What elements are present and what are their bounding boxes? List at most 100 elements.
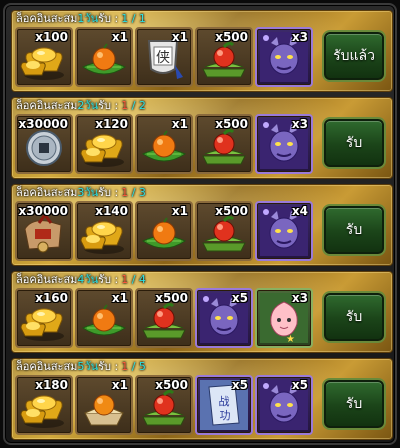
- row-day-label: 4วัน: [77, 273, 99, 286]
- row-title: ล็อคอินสะสม5วันรับ :1 / 5: [16, 360, 146, 374]
- claimed-button[interactable]: รับแล้ว: [324, 32, 384, 80]
- claim-button[interactable]: รับ: [324, 206, 384, 254]
- progress-total: / 2: [131, 99, 146, 112]
- svg-text:★: ★: [286, 334, 295, 345]
- svg-text:侠: 侠: [156, 50, 170, 66]
- item-quantity: x1: [111, 378, 128, 392]
- progress-current: 1: [121, 273, 129, 286]
- svg-text:战: 战: [219, 395, 230, 408]
- svg-text:功: 功: [220, 409, 231, 422]
- reward-item-slot[interactable]: x500: [195, 27, 253, 87]
- row-title-prefix: ล็อคอินสะสม: [16, 12, 78, 25]
- row-day-label: 5วัน: [77, 360, 99, 373]
- row-day-label: 3วัน: [77, 186, 99, 199]
- row-title-suffix: รับ :: [98, 99, 119, 112]
- reward-item-slot[interactable]: x180: [15, 375, 73, 435]
- row-progress: 1 / 1: [121, 12, 146, 25]
- reward-row-day-1: ล็อคอินสะสม1วันรับ :1 / 1 x100 x1 侠 x1 x500 x3…: [11, 10, 393, 92]
- reward-item-slot[interactable]: x1: [135, 201, 193, 261]
- row-title-prefix: ล็อคอินสะสม: [16, 186, 78, 199]
- item-quantity: x120: [95, 117, 128, 131]
- item-quantity: x4: [291, 204, 308, 218]
- row-title-suffix: รับ :: [98, 273, 119, 286]
- claim-button[interactable]: รับ: [324, 293, 384, 341]
- item-quantity: x500: [155, 378, 188, 392]
- item-quantity: x30000: [18, 204, 69, 218]
- reward-item-slot[interactable]: x1: [135, 114, 193, 174]
- progress-current: 1: [121, 360, 129, 373]
- reward-item-slot[interactable]: x500: [135, 375, 193, 435]
- item-quantity: x5: [291, 378, 308, 392]
- item-quantity: x1: [171, 30, 188, 44]
- item-quantity: x1: [171, 204, 188, 218]
- reward-item-slot[interactable]: x500: [195, 114, 253, 174]
- claim-button[interactable]: รับ: [324, 380, 384, 428]
- reward-item-slot[interactable]: x500: [135, 288, 193, 348]
- reward-item-slot[interactable]: x4: [255, 201, 313, 261]
- row-title-prefix: ล็อคอินสะสม: [16, 360, 78, 373]
- progress-current: 1: [121, 99, 129, 112]
- reward-item-slot[interactable]: x3: [255, 27, 313, 87]
- reward-item-slot[interactable]: 侠 x1: [135, 27, 193, 87]
- item-quantity: x100: [35, 30, 68, 44]
- reward-item-slot[interactable]: ★ x3: [255, 288, 313, 348]
- row-progress: 1 / 4: [121, 273, 146, 286]
- reward-item-slot[interactable]: x5: [255, 375, 313, 435]
- claim-button[interactable]: รับ: [324, 119, 384, 167]
- reward-item-slot[interactable]: x100: [15, 27, 73, 87]
- progress-total: / 5: [131, 360, 146, 373]
- reward-item-slot[interactable]: x3: [255, 114, 313, 174]
- row-title-suffix: รับ :: [98, 186, 119, 199]
- item-quantity: x3: [291, 291, 308, 305]
- item-quantity: x500: [215, 30, 248, 44]
- reward-row-day-5: ล็อคอินสะสม5วันรับ :1 / 5 x180 x1 x500 战功 x5 x…: [11, 358, 393, 440]
- row-title: ล็อคอินสะสม4วันรับ :1 / 4: [16, 273, 146, 287]
- reward-row-day-2: ล็อคอินสะสม2วันรับ :1 / 2 x30000 x120 x1 x50…: [11, 97, 393, 179]
- row-title-prefix: ล็อคอินสะสม: [16, 273, 78, 286]
- item-quantity: x140: [95, 204, 128, 218]
- reward-item-slot[interactable]: x160: [15, 288, 73, 348]
- reward-row-day-4: ล็อคอินสะสม4วันรับ :1 / 4 x160 x1 x500 x5 ★ x3…: [11, 271, 393, 353]
- reward-item-slot[interactable]: x1: [75, 288, 133, 348]
- row-day-label: 1วัน: [77, 12, 99, 25]
- progress-total: / 1: [131, 12, 146, 25]
- item-quantity: x500: [215, 204, 248, 218]
- reward-item-slot[interactable]: x140: [75, 201, 133, 261]
- row-progress: 1 / 5: [121, 360, 146, 373]
- reward-item-slot[interactable]: x30000: [15, 201, 73, 261]
- progress-total: / 4: [131, 273, 146, 286]
- row-title: ล็อคอินสะสม1วันรับ :1 / 1: [16, 12, 146, 26]
- progress-current: 1: [121, 12, 129, 25]
- item-quantity: x30000: [18, 117, 69, 131]
- reward-item-slot[interactable]: x1: [75, 27, 133, 87]
- reward-row-day-3: ล็อคอินสะสม3วันรับ :1 / 3 x30000 x140 x1 x50…: [11, 184, 393, 266]
- item-quantity: x500: [155, 291, 188, 305]
- reward-item-slot[interactable]: x120: [75, 114, 133, 174]
- login-reward-panel: ล็อคอินสะสม1วันรับ :1 / 1 x100 x1 侠 x1 x500 x3…: [3, 3, 397, 445]
- row-progress: 1 / 2: [121, 99, 146, 112]
- progress-current: 1: [121, 186, 129, 199]
- item-quantity: x5: [231, 378, 248, 392]
- row-title: ล็อคอินสะสม3วันรับ :1 / 3: [16, 186, 146, 200]
- row-title-suffix: รับ :: [98, 360, 119, 373]
- reward-item-slot[interactable]: x30000: [15, 114, 73, 174]
- row-progress: 1 / 3: [121, 186, 146, 199]
- progress-total: / 3: [131, 186, 146, 199]
- item-quantity: x500: [215, 117, 248, 131]
- reward-item-slot[interactable]: x1: [75, 375, 133, 435]
- reward-item-slot[interactable]: x500: [195, 201, 253, 261]
- item-quantity: x1: [171, 117, 188, 131]
- reward-item-slot[interactable]: x5: [195, 288, 253, 348]
- item-quantity: x5: [231, 291, 248, 305]
- item-quantity: x180: [35, 378, 68, 392]
- item-quantity: x3: [291, 30, 308, 44]
- item-quantity: x1: [111, 291, 128, 305]
- row-title-prefix: ล็อคอินสะสม: [16, 99, 78, 112]
- item-quantity: x3: [291, 117, 308, 131]
- row-day-label: 2วัน: [77, 99, 99, 112]
- row-title-suffix: รับ :: [98, 12, 119, 25]
- item-quantity: x160: [35, 291, 68, 305]
- item-quantity: x1: [111, 30, 128, 44]
- reward-item-slot[interactable]: 战功 x5: [195, 375, 253, 435]
- row-title: ล็อคอินสะสม2วันรับ :1 / 2: [16, 99, 146, 113]
